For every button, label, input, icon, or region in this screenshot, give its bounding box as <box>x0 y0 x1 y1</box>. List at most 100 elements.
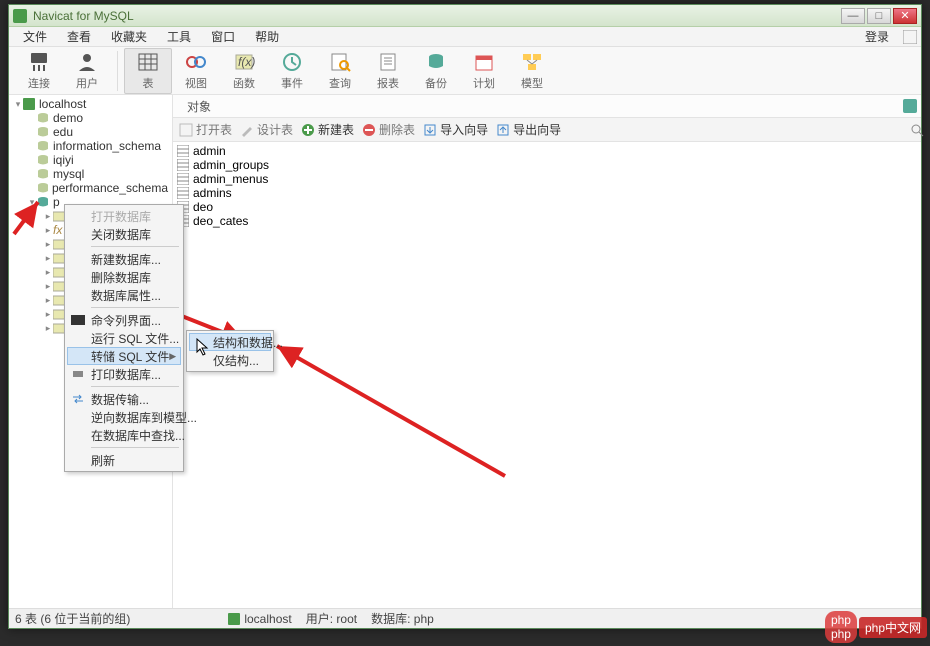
import-icon <box>423 123 437 137</box>
table-icon <box>177 159 189 171</box>
design-table-button[interactable]: 设计表 <box>240 121 293 138</box>
submenu-arrow-icon: ▶ <box>169 351 176 362</box>
table-name: admin_menus <box>193 172 268 186</box>
status-server-icon <box>228 613 240 625</box>
status-db-label: 数据库: <box>371 612 410 626</box>
toolbar-connection-button[interactable]: 连接 <box>15 51 63 91</box>
toolbar-schedule-button[interactable]: 计划 <box>460 51 508 91</box>
print-icon <box>71 367 85 381</box>
table-name: deo_cates <box>193 214 248 228</box>
watermark-text: php中文网 <box>859 617 927 638</box>
toolbar-model-button[interactable]: 模型 <box>508 51 556 91</box>
ctx-refresh[interactable]: 刷新 <box>67 451 181 469</box>
menu-favorites[interactable]: 收藏夹 <box>101 28 157 45</box>
connection-icon <box>27 51 51 73</box>
ctx-reverse[interactable]: 逆向数据库到模型... <box>67 408 181 426</box>
toolbar-function-button[interactable]: f(x) 函数 <box>220 51 268 91</box>
db-context-menu: 打开数据库 关闭数据库 新建数据库... 删除数据库 数据库属性... 命令列界… <box>64 204 184 472</box>
open-table-icon <box>179 123 193 137</box>
menu-file[interactable]: 文件 <box>13 28 57 45</box>
table-row[interactable]: deo_cates <box>173 214 921 228</box>
ctx-console[interactable]: 命令列界面... <box>67 311 181 329</box>
event-icon <box>280 51 304 73</box>
object-tab-row: 对象 <box>173 95 921 118</box>
tab-corner-icon[interactable] <box>903 99 917 113</box>
table-list[interactable]: adminadmin_groupsadmin_menusadminsdeodeo… <box>173 142 921 608</box>
server-label: localhost <box>39 97 86 111</box>
login-icon[interactable] <box>903 30 917 44</box>
schedule-icon <box>472 51 496 73</box>
database-icon <box>37 168 49 180</box>
window-close-button[interactable]: ✕ <box>893 8 917 24</box>
tree-db-node[interactable]: performance_schema <box>9 181 172 195</box>
database-icon <box>37 154 49 166</box>
tree-db-node[interactable]: demo <box>9 111 172 125</box>
ctx-run-sql[interactable]: 运行 SQL 文件... <box>67 329 181 347</box>
model-icon <box>520 51 544 73</box>
object-toolbar: 打开表 设计表 新建表 删除表 导入向导 导出向导 <box>173 118 921 142</box>
new-table-button[interactable]: 新建表 <box>301 121 354 138</box>
ctx-delete-db[interactable]: 删除数据库 <box>67 268 181 286</box>
watermark: phpphp php中文网 <box>825 611 927 643</box>
window-minimize-button[interactable]: — <box>841 8 865 24</box>
open-table-button[interactable]: 打开表 <box>179 121 232 138</box>
login-link[interactable]: 登录 <box>855 28 899 45</box>
toolbar-user-button[interactable]: 用户 <box>63 51 111 91</box>
main-toolbar: 连接 用户 表 视图 f(x) 函数 事件 查询 报表 <box>9 47 921 95</box>
menu-tools[interactable]: 工具 <box>157 28 201 45</box>
ctx-find[interactable]: 在数据库中查找... <box>67 426 181 444</box>
menu-help[interactable]: 帮助 <box>245 28 289 45</box>
db-label: performance_schema <box>52 181 168 195</box>
ctx-open-db[interactable]: 打开数据库 <box>67 207 181 225</box>
table-icon <box>177 145 189 157</box>
window-titlebar: Navicat for MySQL — □ ✕ <box>9 5 921 27</box>
query-icon <box>328 51 352 73</box>
toolbar-backup-button[interactable]: 备份 <box>412 51 460 91</box>
menu-window[interactable]: 窗口 <box>201 28 245 45</box>
table-row[interactable]: admins <box>173 186 921 200</box>
status-server: localhost <box>244 612 291 626</box>
ctx-close-db[interactable]: 关闭数据库 <box>67 225 181 243</box>
tree-db-node[interactable]: edu <box>9 125 172 139</box>
status-bar: 6 表 (6 位于当前的组) localhost 用户: root 数据库: p… <box>9 608 921 628</box>
tab-objects[interactable]: 对象 <box>177 95 221 118</box>
console-icon <box>71 313 85 327</box>
table-icon <box>136 51 160 73</box>
tree-db-node[interactable]: iqiyi <box>9 153 172 167</box>
window-maximize-button[interactable]: □ <box>867 8 891 24</box>
table-row[interactable]: admin_groups <box>173 158 921 172</box>
search-icon[interactable] <box>910 123 921 137</box>
toolbar-query-button[interactable]: 查询 <box>316 51 364 91</box>
report-icon <box>376 51 400 73</box>
status-item-count: 6 表 (6 位于当前的组) <box>15 610 140 627</box>
ctx-new-db[interactable]: 新建数据库... <box>67 250 181 268</box>
ctx-print-db[interactable]: 打印数据库... <box>67 365 181 383</box>
backup-icon <box>424 51 448 73</box>
status-db-value: php <box>414 612 434 626</box>
tree-db-node[interactable]: mysql <box>9 167 172 181</box>
database-icon <box>37 112 49 124</box>
database-icon <box>37 140 49 152</box>
ctx-transfer[interactable]: 数据传输... <box>67 390 181 408</box>
export-wizard-button[interactable]: 导出向导 <box>496 121 561 138</box>
table-name: admin <box>193 144 226 158</box>
toolbar-event-button[interactable]: 事件 <box>268 51 316 91</box>
svg-text:fx: fx <box>53 224 63 236</box>
table-row[interactable]: admin_menus <box>173 172 921 186</box>
menu-view[interactable]: 查看 <box>57 28 101 45</box>
ctx-dump-sql[interactable]: 转储 SQL 文件▶ <box>67 347 181 365</box>
toolbar-view-button[interactable]: 视图 <box>172 51 220 91</box>
tree-db-node[interactable]: information_schema <box>9 139 172 153</box>
export-icon <box>496 123 510 137</box>
view-icon <box>184 51 208 73</box>
delete-table-button[interactable]: 删除表 <box>362 121 415 138</box>
table-name: deo <box>193 200 213 214</box>
table-row[interactable]: deo <box>173 200 921 214</box>
tree-server-node[interactable]: ▾ localhost <box>9 97 172 111</box>
ctx-db-props[interactable]: 数据库属性... <box>67 286 181 304</box>
import-wizard-button[interactable]: 导入向导 <box>423 121 488 138</box>
toolbar-table-button[interactable]: 表 <box>124 48 172 94</box>
toolbar-report-button[interactable]: 报表 <box>364 51 412 91</box>
table-name: admins <box>193 186 232 200</box>
table-row[interactable]: admin <box>173 144 921 158</box>
